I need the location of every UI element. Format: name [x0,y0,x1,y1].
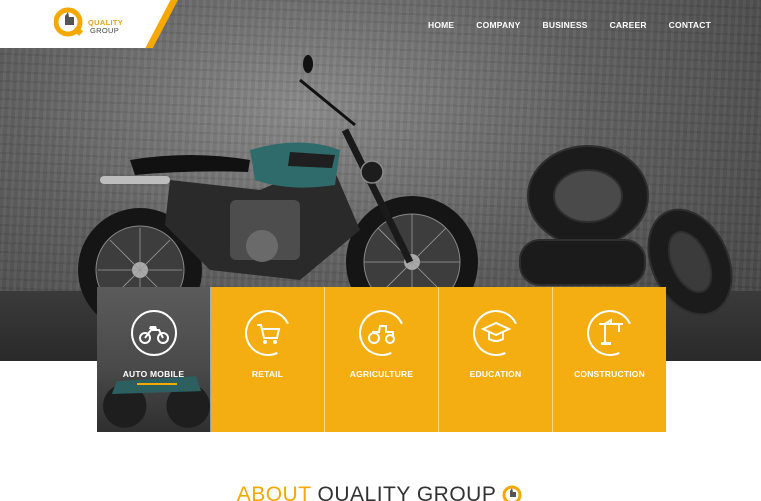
main-nav: HOME COMPANY BUSINESS CAREER CONTACT [406,20,711,30]
tile-education-label: EDUCATION [469,369,522,379]
nav-home[interactable]: HOME [428,20,454,30]
nav-company[interactable]: COMPANY [476,20,520,30]
about-word2: QUALITY GROUP [317,483,496,501]
nav-business[interactable]: BUSINESS [543,20,588,30]
brand-logo-text[interactable]: QUALITY GROUP [88,19,123,34]
category-tiles: AUTO MOBILE RETAIL AGRICULTURE EDUCATION [97,287,666,432]
tile-agriculture[interactable]: AGRICULTURE [325,287,439,432]
tile-retail[interactable]: RETAIL [211,287,325,432]
tile-auto-mobile[interactable]: AUTO MOBILE [97,287,211,432]
tile-active-underline [137,383,177,385]
graduation-cap-icon [480,321,512,342]
tile-construction[interactable]: CONSTRUCTION [553,287,666,432]
about-word1: ABOUT [236,483,312,501]
crane-icon [599,318,623,345]
motorcycle-icon [139,326,169,344]
tile-auto-mobile-label: AUTO MOBILE [122,369,185,379]
logo-icon[interactable] [54,6,86,38]
about-heading: ABOUT QUALITY GROUP [0,484,761,501]
logo-icon [502,485,522,501]
tile-construction-label: CONSTRUCTION [574,369,645,379]
tile-agriculture-label: AGRICULTURE [349,369,414,379]
shopping-cart-icon [257,324,281,344]
nav-career[interactable]: CAREER [610,20,647,30]
tile-education[interactable]: EDUCATION [439,287,553,432]
brand-line2: GROUP [90,25,120,35]
tile-retail-label: RETAIL [251,369,284,379]
tile-auto-mobile-photo [102,376,210,428]
nav-contact[interactable]: CONTACT [669,20,711,30]
tractor-icon [368,325,395,344]
